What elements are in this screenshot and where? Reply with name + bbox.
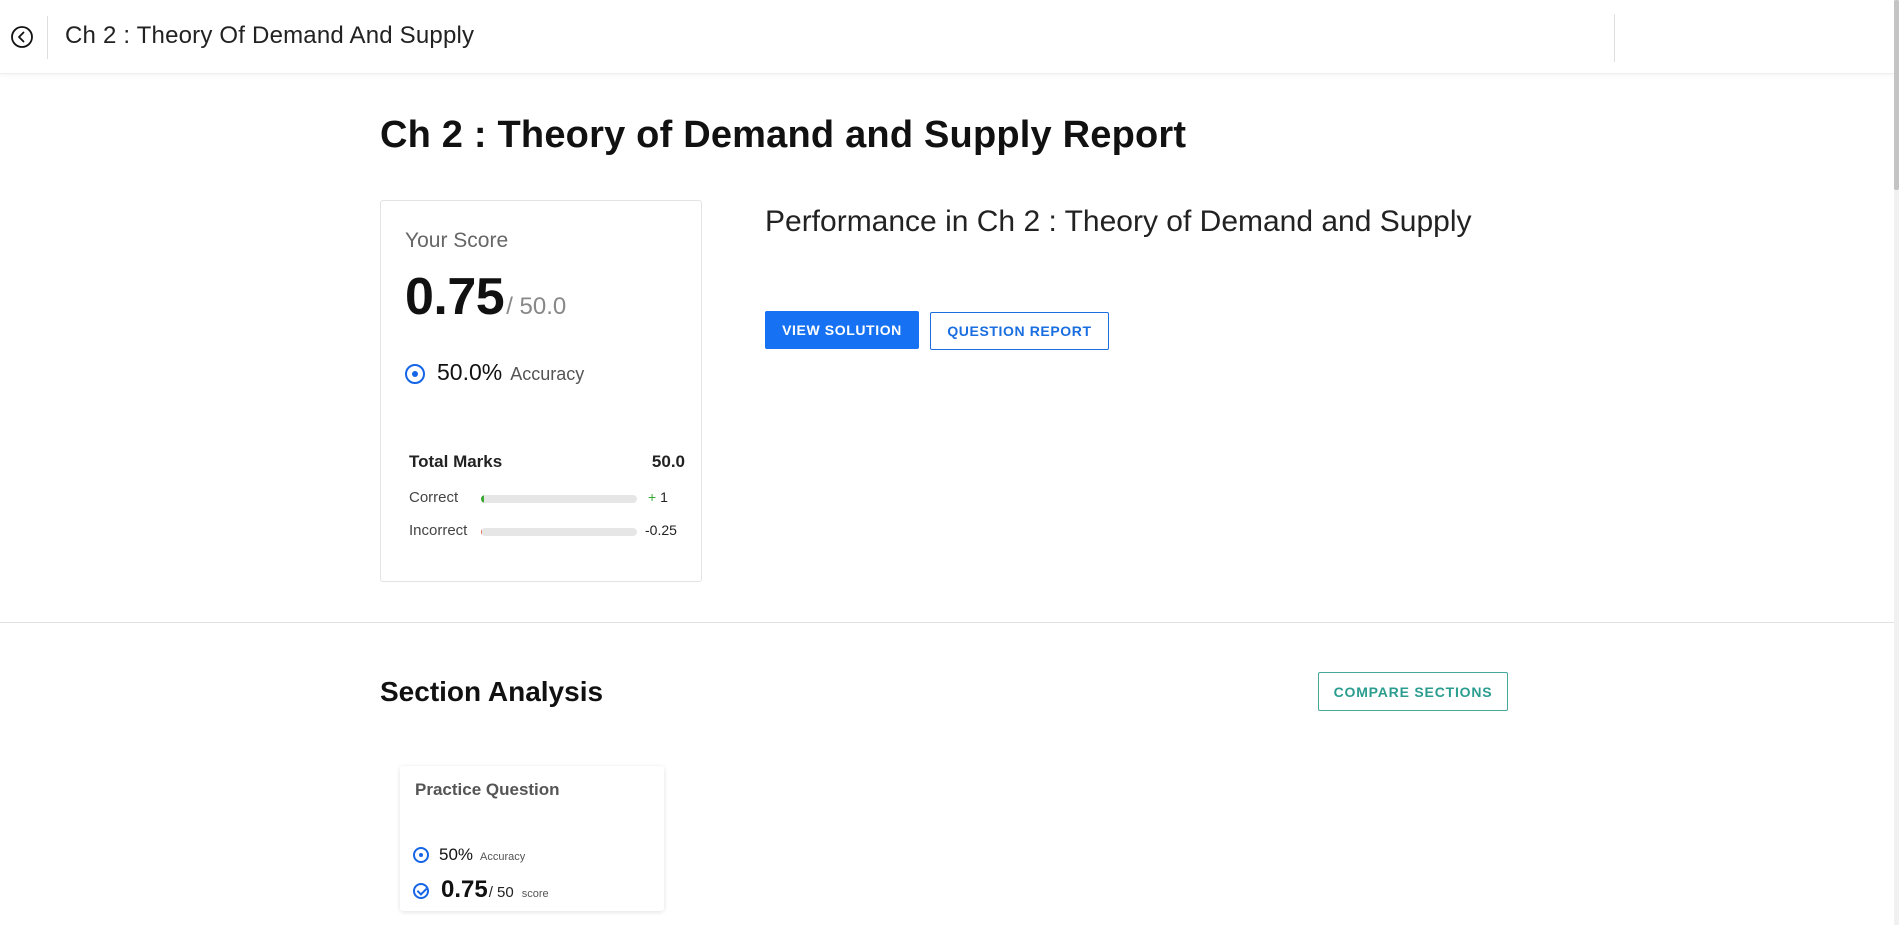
score-label: Your Score	[405, 229, 509, 252]
section-divider	[0, 622, 1894, 623]
compare-sections-button[interactable]: COMPARE SECTIONS	[1318, 672, 1508, 711]
score-max: / 50.0	[506, 293, 567, 320]
header-title: Ch 2 : Theory Of Demand And Supply	[65, 22, 475, 49]
correct-bar	[481, 495, 637, 503]
header-divider	[47, 16, 48, 59]
back-arrow-icon[interactable]	[10, 25, 34, 49]
accuracy-label: Accuracy	[510, 364, 585, 384]
section-score-label: score	[521, 888, 549, 900]
section-analysis-title: Section Analysis	[380, 676, 604, 707]
section-accuracy-label: Accuracy	[480, 851, 526, 863]
correct-value: + 1	[648, 489, 668, 505]
view-solution-button[interactable]: VIEW SOLUTION	[765, 311, 919, 349]
incorrect-bar	[481, 528, 637, 536]
scrollbar[interactable]	[1894, 0, 1899, 925]
header-divider-right	[1614, 14, 1615, 62]
score-row: 0.75 / 50.0	[405, 267, 566, 327]
section-accuracy-value: 50%	[439, 845, 474, 864]
accuracy-value: 50.0%	[437, 359, 503, 385]
score-card: Your Score 0.75 / 50.0 50.0% Accuracy To…	[380, 200, 702, 582]
section-score-value: 0.75	[441, 876, 488, 903]
incorrect-bar-fill	[481, 528, 483, 536]
performance-title: Performance in Ch 2 : Theory of Demand a…	[765, 205, 1472, 238]
question-report-button[interactable]: QUESTION REPORT	[930, 312, 1109, 350]
check-circle-icon	[413, 883, 429, 899]
section-card-title: Practice Question	[415, 780, 560, 799]
page-title: Ch 2 : Theory of Demand and Supply Repor…	[380, 114, 1187, 156]
incorrect-value: -0.25	[645, 522, 677, 538]
correct-label: Correct	[409, 489, 459, 506]
target-icon	[405, 364, 425, 384]
section-score-row: 0.75 / 50 score	[413, 876, 549, 904]
incorrect-label: Incorrect	[409, 522, 468, 539]
score-value: 0.75	[405, 268, 505, 326]
target-icon	[413, 847, 429, 863]
total-marks-label: Total Marks	[409, 452, 503, 471]
correct-value-number: 1	[660, 489, 668, 505]
section-accuracy-row: 50% Accuracy	[413, 844, 525, 865]
correct-sign: +	[648, 489, 657, 505]
section-score-max: / 50	[488, 884, 514, 901]
total-marks-value: 50.0	[651, 452, 685, 471]
top-bar: Ch 2 : Theory Of Demand And Supply	[0, 0, 1894, 74]
scrollbar-thumb[interactable]	[1894, 0, 1899, 190]
accuracy-row: 50.0% Accuracy	[405, 359, 584, 386]
correct-bar-fill	[481, 495, 485, 503]
section-card-practice-question[interactable]: Practice Question 50% Accuracy 0.75 / 50…	[400, 766, 664, 911]
